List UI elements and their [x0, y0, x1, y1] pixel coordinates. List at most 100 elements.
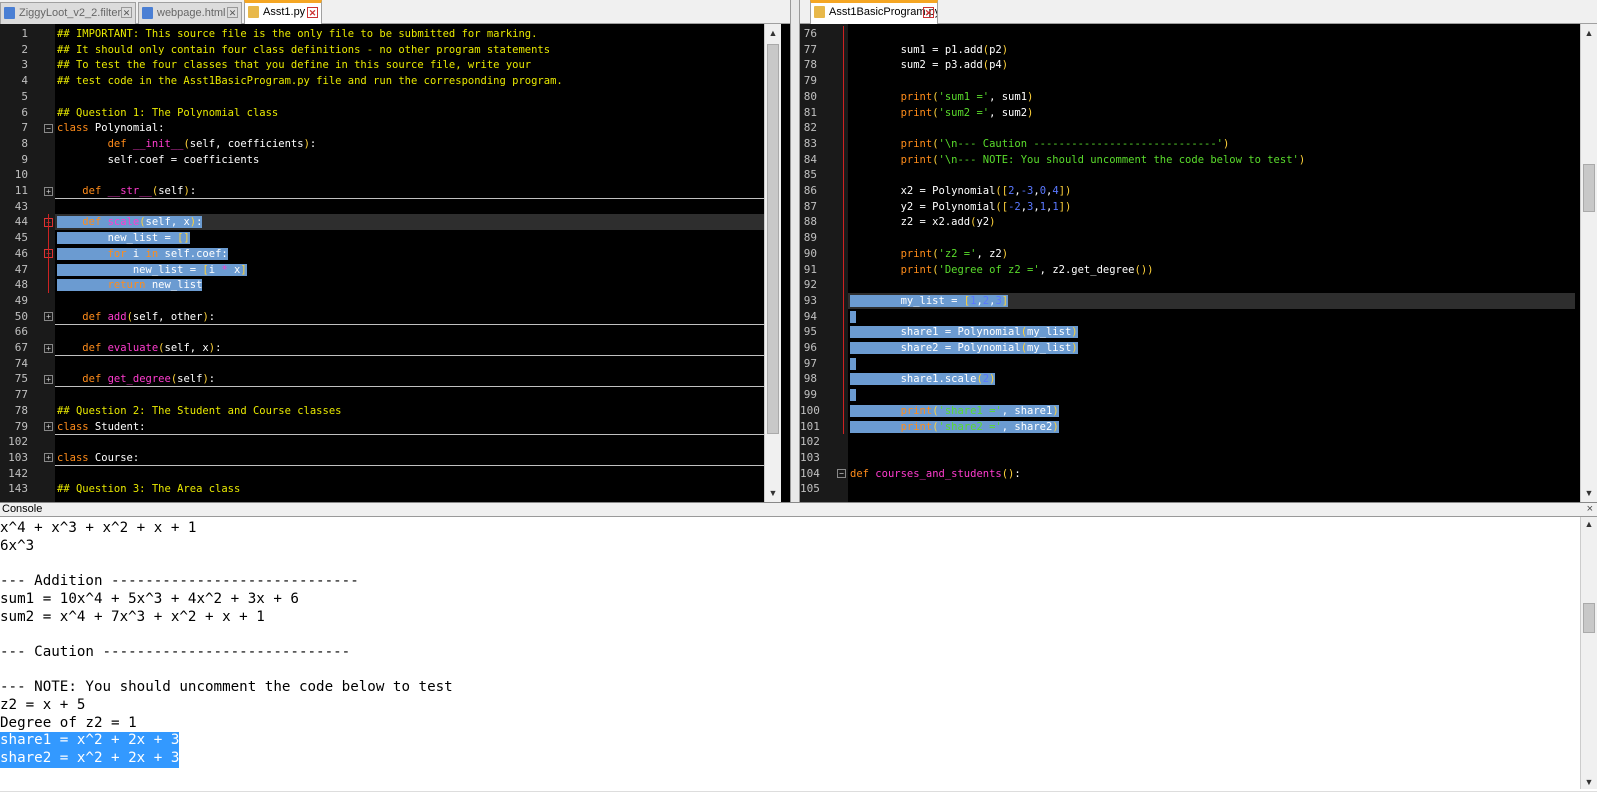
code-line-text: y2 = Polynomial([-2,3,1,1])	[850, 201, 1072, 213]
line-number: 10	[14, 168, 28, 182]
close-icon[interactable]: ×	[1587, 504, 1593, 515]
code-line: ## It should only contain four class def…	[55, 42, 764, 58]
line-number: 67	[14, 341, 28, 354]
fold-expand-icon[interactable]: +	[44, 186, 53, 196]
console-scrollbar[interactable]: ▲ ▼	[1580, 517, 1597, 789]
tab-webpage-html[interactable]: webpage.html ✕	[138, 2, 242, 24]
tab-asst1-py[interactable]: Asst1.py ✕	[244, 0, 322, 24]
code-token: 'sum1 ='	[938, 90, 990, 103]
vertical-scrollbar[interactable]: ▲ ▼	[764, 24, 781, 502]
line-number: 1	[21, 27, 28, 40]
code-token: )	[1001, 247, 1009, 260]
code-token: add	[107, 310, 127, 323]
line-number: 79	[803, 74, 817, 88]
code-token: )	[1223, 137, 1230, 150]
code-line-text: for i in self.coef:	[57, 247, 228, 260]
code-line: class Student:	[55, 419, 764, 435]
code-area[interactable]: sum1 = p1.add(p2) sum2 = p3.add(p4) prin…	[848, 24, 1575, 502]
tab-asst1basicprogram-py[interactable]: Asst1BasicProgram.py ✕	[810, 0, 938, 24]
fold-expand-icon[interactable]: +	[44, 374, 53, 384]
code-line: print('share1 =', share1)	[848, 403, 1575, 419]
code-line-text: class Course:	[57, 452, 139, 464]
code-token: )	[989, 373, 996, 386]
code-token: i	[208, 263, 222, 276]
scroll-up-icon[interactable]: ▲	[765, 26, 781, 40]
code-token: new_list =	[57, 232, 178, 245]
line-number: 6	[21, 105, 28, 119]
line-number: 97	[803, 356, 817, 370]
code-token: :	[208, 373, 216, 386]
line-number: 93	[803, 293, 817, 307]
code-line-text: sum2 = p3.add(p4)	[850, 59, 1009, 71]
code-token: self.coef:	[158, 247, 228, 260]
fold-expand-icon[interactable]: +	[44, 312, 53, 322]
code-area[interactable]: ## IMPORTANT: This source file is the on…	[55, 24, 764, 502]
line-number: 4	[21, 74, 28, 88]
code-line: y2 = Polynomial([-2,3,1,1])	[848, 199, 1575, 215]
line-number: 99	[803, 388, 817, 402]
line-number: 101	[800, 419, 820, 433]
fold-collapse-icon[interactable]: −	[837, 469, 846, 479]
close-icon[interactable]: ✕	[923, 7, 934, 18]
line-number: 77	[803, 42, 817, 56]
code-line-text: my_list = [1,2,3]	[850, 294, 1009, 307]
line-number: 102	[8, 435, 28, 449]
code-line: def __str__(self):	[55, 183, 764, 199]
scrollbar-thumb[interactable]	[1583, 164, 1595, 212]
code-token: def	[850, 467, 869, 480]
code-line: print('\n--- NOTE: You should uncomment …	[848, 152, 1575, 168]
code-token: share1.scale	[850, 373, 977, 386]
code-token: courses_and_students	[875, 467, 1002, 480]
code-line-text: share2 = Polynomial(my_list)	[850, 342, 1078, 354]
scroll-up-icon[interactable]: ▲	[1581, 26, 1597, 40]
code-token: , share2	[1001, 420, 1053, 433]
scroll-down-icon[interactable]: ▼	[1581, 775, 1597, 789]
code-token: def	[82, 310, 102, 323]
close-icon[interactable]: ✕	[121, 7, 132, 18]
code-line: ## test code in the Asst1BasicProgram.py…	[55, 73, 764, 89]
left-tab-bar: ZiggyLoot_v2_2.filter ✕ webpage.html ✕ A…	[0, 0, 790, 24]
fold-expand-icon[interactable]: +	[44, 343, 53, 353]
line-number: 80	[803, 89, 817, 103]
code-line-text: print('share1 =', share1)	[850, 404, 1059, 417]
fold-expand-icon[interactable]: +	[44, 453, 53, 463]
scroll-down-icon[interactable]: ▼	[765, 486, 781, 500]
scrollbar-thumb[interactable]	[767, 44, 779, 434]
scrollbar-thumb[interactable]	[1583, 603, 1595, 633]
fold-expand-icon[interactable]: +	[44, 422, 53, 431]
tab-ziggyloot-filter[interactable]: ZiggyLoot_v2_2.filter ✕	[0, 2, 136, 24]
code-token: x	[227, 263, 241, 276]
code-line: share1 = Polynomial(my_list)	[848, 324, 1575, 340]
code-token: ## To test the four classes that you def…	[57, 59, 532, 72]
vertical-scrollbar[interactable]: ▲ ▼	[1580, 24, 1597, 502]
code-line: new_list = [i * x]	[55, 262, 764, 278]
line-number: 95	[803, 325, 817, 339]
code-line: my_list = [1,2,3]	[848, 292, 1575, 309]
pane-splitter[interactable]	[790, 0, 800, 502]
code-line-text	[850, 357, 857, 370]
close-icon[interactable]: ✕	[307, 7, 318, 18]
code-token: ## Question 3: The Area class	[57, 483, 241, 496]
code-line: def get_degree(self):	[55, 371, 764, 388]
code-token: __init__	[132, 137, 184, 150]
fold-collapse-icon[interactable]: −	[44, 123, 53, 133]
code-line: z2 = x2.add(y2)	[848, 214, 1575, 230]
code-token: class	[57, 420, 89, 433]
scroll-up-icon[interactable]: ▲	[1581, 517, 1597, 531]
scroll-down-icon[interactable]: ▼	[1581, 486, 1597, 500]
close-icon[interactable]: ✕	[227, 7, 238, 18]
file-icon	[814, 6, 825, 18]
line-number: 92	[803, 278, 817, 292]
code-token: 'z2 ='	[938, 247, 977, 260]
code-line: sum2 = p3.add(p4)	[848, 57, 1575, 73]
code-line-text: def add(self, other):	[57, 311, 215, 323]
